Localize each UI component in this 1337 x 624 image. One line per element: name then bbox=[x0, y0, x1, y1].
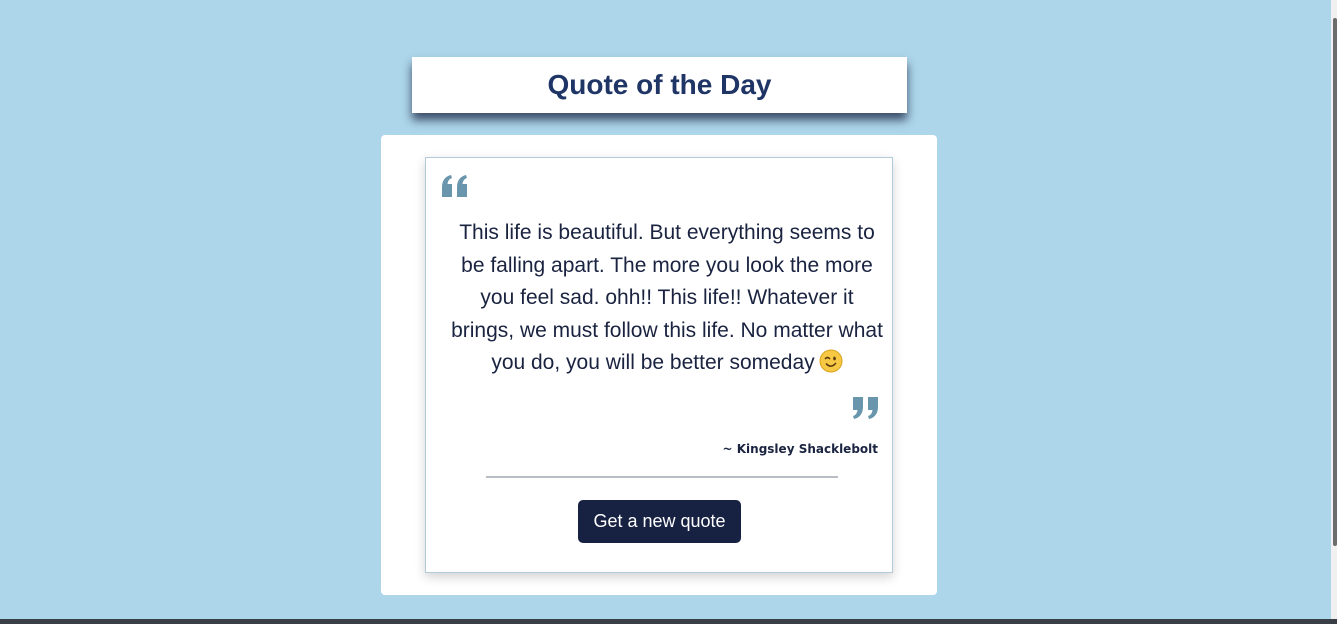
quote-author: ~ Kingsley Shacklebolt bbox=[722, 442, 878, 456]
scrollbar[interactable] bbox=[1331, 0, 1337, 624]
scrollbar-thumb[interactable] bbox=[1333, 18, 1337, 546]
page-title: Quote of the Day bbox=[547, 69, 772, 100]
new-quote-button[interactable]: Get a new quote bbox=[578, 500, 741, 543]
quote-text: This life is beautiful. But everything s… bbox=[450, 217, 884, 380]
quote-container: This life is beautiful. But everything s… bbox=[381, 135, 937, 595]
page: Quote of the Day This life is beautiful.… bbox=[0, 0, 1337, 624]
quote-left-icon bbox=[440, 174, 470, 198]
winking-face-icon bbox=[819, 349, 843, 373]
divider bbox=[486, 476, 838, 478]
quote-card: This life is beautiful. But everything s… bbox=[425, 157, 893, 573]
quote-right-icon bbox=[850, 396, 880, 420]
taskbar-edge bbox=[0, 619, 1337, 624]
title-banner: Quote of the Day bbox=[412, 57, 907, 113]
